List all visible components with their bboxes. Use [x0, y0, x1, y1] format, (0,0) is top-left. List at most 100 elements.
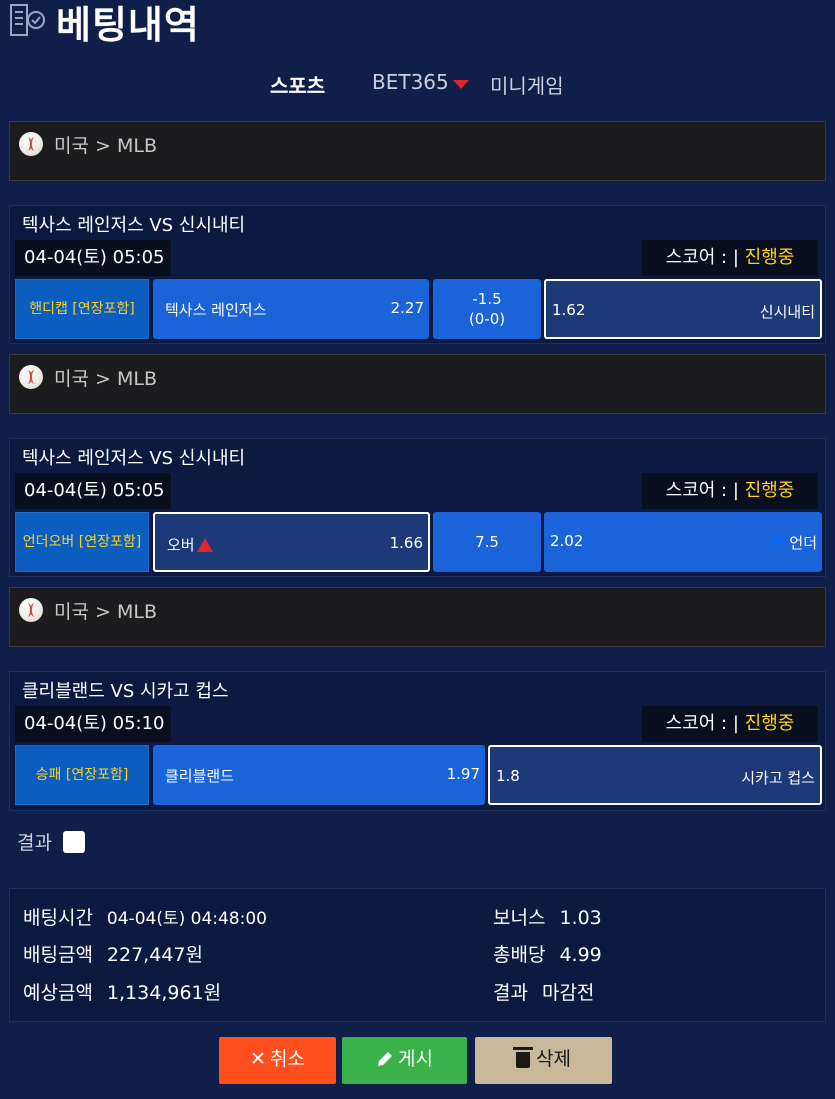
match-teams: 텍사스 레인저스 VS 신시내티: [22, 448, 246, 469]
page-header: 베팅내역: [0, 0, 835, 47]
score-label: 스코어 : |: [665, 247, 739, 268]
match-datetime: 04-04(토) 05:10: [15, 706, 171, 742]
league-breadcrumb: 미국 > MLB: [54, 131, 157, 158]
result-row: 결과 마감전: [493, 978, 594, 1005]
home-team-label: 클리블랜드: [165, 767, 235, 785]
bet-time-value: 04-04(토) 04:48:00: [106, 909, 267, 929]
bonus-label: 보너스: [493, 907, 546, 929]
league-bar: 미국 > MLB: [9, 587, 826, 647]
score-status: 스코어 : | 진행중: [642, 473, 818, 509]
arrow-down-icon: [769, 535, 786, 549]
total-odds-value: 4.99: [559, 944, 602, 966]
baseball-icon: [19, 598, 43, 622]
league-country: 미국: [54, 135, 89, 157]
home-odds-value: 1.97: [446, 765, 480, 783]
bet-amount-row: 배팅금액 227,447원: [23, 940, 203, 967]
home-team-label: 텍사스 레인저스: [165, 301, 267, 319]
delete-button-label: 삭제: [536, 1048, 571, 1070]
away-odds-value: 1.8: [496, 767, 520, 785]
home-odds-button[interactable]: 클리블랜드 1.97: [153, 745, 485, 805]
total-odds-row: 총배당 4.99: [493, 940, 602, 967]
status-badge: 진행중: [744, 480, 795, 501]
league-country: 미국: [54, 368, 89, 390]
home-odds-button[interactable]: 텍사스 레인저스 2.27: [153, 279, 429, 339]
tab-bet365[interactable]: BET365: [372, 70, 449, 94]
result-filter-label: 결과: [17, 832, 52, 854]
over-odds-button[interactable]: 오버 1.66: [153, 512, 430, 572]
match-panel: 텍사스 레인저스 VS 신시내티 04-04(토) 05:05 스코어 : | …: [9, 438, 826, 577]
cancel-button-label: 취소: [269, 1048, 305, 1070]
score-status: 스코어 : | 진행중: [642, 240, 818, 276]
bet-summary: 배팅시간 04-04(토) 04:48:00 배팅금액 227,447원 예상금액 1…: [9, 888, 826, 1022]
score-status: 스코어 : | 진행중: [642, 706, 818, 742]
baseball-icon: [19, 365, 43, 389]
bet-amount-value: 227,447원: [106, 944, 203, 966]
handicap-line: -1.5 (0-0): [433, 279, 541, 339]
betting-history-page: 베팅내역 스포츠 BET365 미니게임 미국 > MLB 텍사스 레인저스 V…: [0, 0, 835, 1099]
over-label: 오버: [167, 534, 213, 555]
tab-sports[interactable]: 스포츠: [270, 70, 325, 99]
market-type: 언더오버 [연장포함]: [15, 512, 149, 572]
over-odds-value: 1.66: [389, 534, 423, 552]
league-bar: 미국 > MLB: [9, 121, 826, 181]
bet-time-label: 배팅시간: [23, 907, 93, 929]
cancel-button[interactable]: ✕ 취소: [219, 1037, 336, 1084]
away-odds-button[interactable]: 1.62 신시내티: [544, 279, 822, 339]
league-bar: 미국 > MLB: [9, 354, 826, 414]
bet-amount-label: 배팅금액: [23, 944, 93, 966]
chevron-right-icon: >: [95, 601, 111, 623]
under-odds-button[interactable]: 2.02 언더: [544, 512, 822, 572]
trash-icon: [513, 1047, 534, 1068]
under-odds-value: 2.02: [550, 532, 584, 550]
dropdown-caret-icon[interactable]: [453, 80, 469, 89]
bonus-value: 1.03: [559, 907, 602, 929]
away-odds-button[interactable]: 1.8 시카고 컵스: [488, 745, 822, 805]
home-odds-value: 2.27: [390, 299, 424, 317]
bet-row: 언더오버 [연장포함] 오버 1.66 7.5 2.02 언더: [15, 512, 822, 572]
match-panel: 텍사스 레인저스 VS 신시내티 04-04(토) 05:05 스코어 : | …: [9, 205, 826, 344]
score-label: 스코어 : |: [665, 480, 739, 501]
page-title: 베팅내역: [56, 3, 200, 47]
under-text: 언더: [789, 534, 817, 552]
total-odds-label: 총배당: [493, 944, 546, 966]
pencil-icon: [378, 1052, 393, 1066]
baseball-icon: [19, 132, 43, 156]
category-tabs: 스포츠 BET365 미니게임: [0, 70, 835, 98]
market-type: 승패 [연장포함]: [15, 745, 149, 805]
chevron-right-icon: >: [95, 368, 111, 390]
delete-button[interactable]: 삭제: [475, 1037, 612, 1084]
status-badge: 진행중: [744, 247, 795, 268]
match-teams: 클리블랜드 VS 시카고 컵스: [22, 681, 229, 702]
away-odds-value: 1.62: [552, 301, 586, 319]
handicap-value: -1.5: [472, 290, 502, 308]
bet-row: 승패 [연장포함] 클리블랜드 1.97 1.8 시카고 컵스: [15, 745, 822, 805]
over-text: 오버: [167, 536, 195, 554]
result-value: 마감전: [541, 982, 595, 1004]
expected-amount-row: 예상금액 1,134,961원: [23, 978, 221, 1005]
score-label: 스코어 : |: [665, 713, 739, 734]
tab-minigame[interactable]: 미니게임: [490, 70, 564, 99]
betting-slip-icon: [10, 4, 45, 36]
match-panel: 클리블랜드 VS 시카고 컵스 04-04(토) 05:10 스코어 : | 진…: [9, 671, 826, 811]
league-breadcrumb: 미국 > MLB: [54, 597, 157, 624]
result-checkbox[interactable]: [63, 831, 85, 853]
post-button-label: 게시: [398, 1048, 433, 1070]
bet-time-row: 배팅시간 04-04(토) 04:48:00: [23, 903, 267, 930]
league-breadcrumb: 미국 > MLB: [54, 364, 157, 391]
total-line-value: 7.5: [475, 533, 499, 551]
under-label: 언더: [769, 532, 817, 553]
bonus-row: 보너스 1.03: [493, 903, 602, 930]
chevron-right-icon: >: [95, 135, 111, 157]
league-country: 미국: [54, 601, 89, 623]
bet-row: 핸디캡 [연장포함] 텍사스 레인저스 2.27 -1.5 (0-0) 1.62…: [15, 279, 822, 339]
expected-amount-value: 1,134,961원: [106, 982, 222, 1004]
result-label: 결과: [493, 982, 528, 1004]
close-icon: ✕: [250, 1048, 266, 1070]
match-datetime: 04-04(토) 05:05: [15, 473, 171, 509]
total-line: 7.5: [433, 512, 541, 572]
match-datetime: 04-04(토) 05:05: [15, 240, 171, 276]
post-button[interactable]: 게시: [342, 1037, 467, 1084]
arrow-up-icon: [196, 538, 213, 552]
handicap-score: (0-0): [468, 310, 506, 328]
market-type: 핸디캡 [연장포함]: [15, 279, 149, 339]
